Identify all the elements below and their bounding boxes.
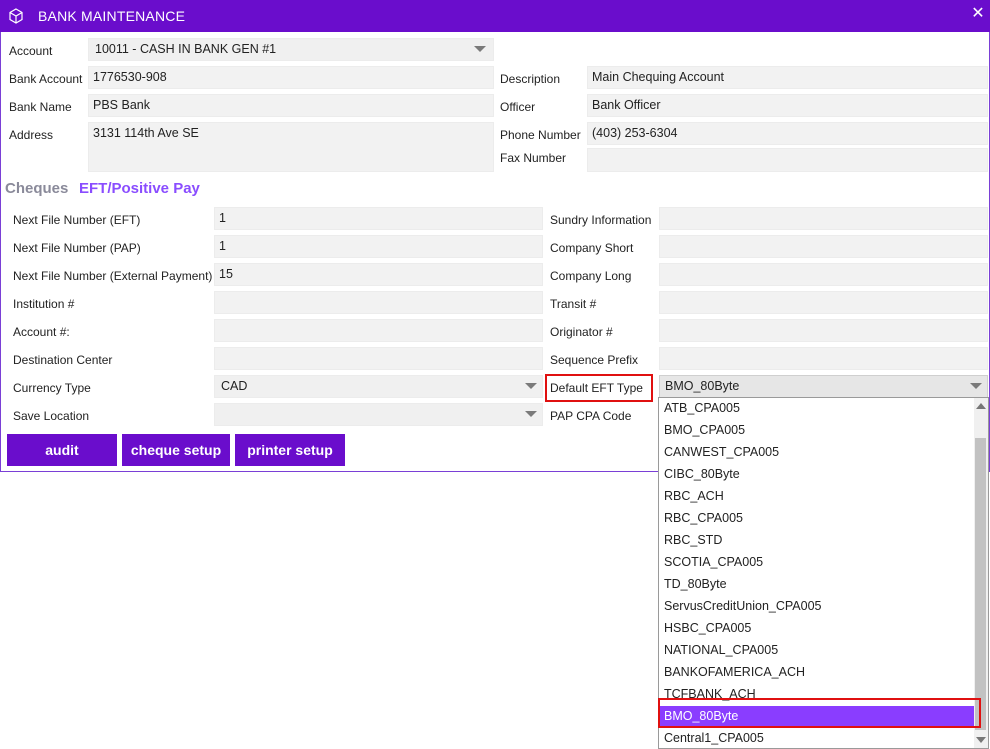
transit-label: Transit # bbox=[550, 297, 597, 311]
cube-icon bbox=[9, 8, 23, 24]
chevron-down-icon[interactable] bbox=[525, 411, 537, 417]
scroll-down-icon[interactable] bbox=[976, 737, 986, 743]
officer-field[interactable]: Bank Officer bbox=[587, 94, 988, 117]
save-location-label: Save Location bbox=[13, 409, 90, 423]
window-title: BANK MAINTENANCE bbox=[38, 8, 186, 24]
address-label: Address bbox=[9, 128, 54, 142]
next-file-eft-field[interactable]: 1 bbox=[214, 207, 543, 230]
bank-name-label: Bank Name bbox=[9, 100, 72, 114]
scrollbar-thumb[interactable] bbox=[975, 438, 986, 730]
dropdown-option[interactable]: ServusCreditUnion_CPA005 bbox=[660, 596, 974, 618]
title-bar: BANK MAINTENANCE ✕ bbox=[0, 0, 990, 32]
fax-label: Fax Number bbox=[500, 151, 567, 165]
currency-type-label: Currency Type bbox=[13, 381, 91, 395]
institution-field[interactable] bbox=[214, 291, 543, 314]
printer-setup-button[interactable]: printer setup bbox=[235, 434, 345, 466]
currency-type-combo[interactable]: CAD bbox=[214, 375, 543, 398]
next-file-eft-label: Next File Number (EFT) bbox=[13, 213, 141, 227]
sundry-information-field[interactable] bbox=[659, 207, 988, 230]
tab-eft-positive-pay[interactable]: EFT/Positive Pay bbox=[79, 180, 200, 197]
dropdown-option[interactable]: HSBC_CPA005 bbox=[660, 618, 974, 640]
highlight-box bbox=[545, 374, 653, 402]
window-border bbox=[0, 32, 1, 472]
bank-account-field[interactable]: 1776530-908 bbox=[88, 66, 494, 89]
company-long-label: Company Long bbox=[550, 269, 632, 283]
next-file-pap-field[interactable]: 1 bbox=[214, 235, 543, 258]
bank-account-label: Bank Account bbox=[9, 72, 83, 86]
originator-field[interactable] bbox=[659, 319, 988, 342]
default-eft-type-value: BMO_80Byte bbox=[665, 379, 740, 393]
chevron-down-icon[interactable] bbox=[525, 383, 537, 389]
company-short-label: Company Short bbox=[550, 241, 634, 255]
dropdown-option[interactable]: ATB_CPA005 bbox=[660, 398, 974, 420]
originator-label: Originator # bbox=[550, 325, 613, 339]
destination-center-field[interactable] bbox=[214, 347, 543, 370]
cheque-setup-button[interactable]: cheque setup bbox=[122, 434, 230, 466]
dropdown-option[interactable]: CIBC_80Byte bbox=[660, 464, 974, 486]
transit-field[interactable] bbox=[659, 291, 988, 314]
audit-button[interactable]: audit bbox=[7, 434, 117, 466]
tab-cheques[interactable]: Cheques bbox=[5, 180, 68, 197]
dropdown-option[interactable]: RBC_ACH bbox=[660, 486, 974, 508]
institution-label: Institution # bbox=[13, 297, 75, 311]
description-field[interactable]: Main Chequing Account bbox=[587, 66, 988, 89]
default-eft-type-combo[interactable]: BMO_80Byte bbox=[659, 375, 988, 398]
fax-field[interactable] bbox=[587, 148, 988, 172]
dropdown-option[interactable]: CANWEST_CPA005 bbox=[660, 442, 974, 464]
company-long-field[interactable] bbox=[659, 263, 988, 286]
pap-cpa-code-label: PAP CPA Code bbox=[550, 409, 632, 423]
eft-type-dropdown-list[interactable]: Central1_CPA005 BMO_80Byte TCFBANK_ACH BANK… bbox=[658, 397, 989, 749]
dropdown-option[interactable]: Central1_CPA005 bbox=[660, 728, 974, 748]
account-combo[interactable]: 10011 - CASH IN BANK GEN #1 bbox=[88, 38, 494, 61]
highlight-box bbox=[658, 698, 981, 728]
company-short-field[interactable] bbox=[659, 235, 988, 258]
dropdown-scrollbar[interactable] bbox=[974, 398, 988, 748]
account-value: 10011 - CASH IN BANK GEN #1 bbox=[95, 42, 277, 56]
account-label: Account bbox=[9, 44, 53, 58]
bank-name-field[interactable]: PBS Bank bbox=[88, 94, 494, 117]
dropdown-option[interactable]: TD_80Byte bbox=[660, 574, 974, 596]
dropdown-option[interactable]: RBC_STD bbox=[660, 530, 974, 552]
next-file-external-label: Next File Number (External Payment) bbox=[13, 269, 213, 283]
phone-label: Phone Number bbox=[500, 128, 581, 142]
close-icon[interactable]: ✕ bbox=[970, 6, 986, 22]
officer-label: Officer bbox=[500, 100, 536, 114]
account-number-field[interactable] bbox=[214, 319, 543, 342]
dropdown-option[interactable]: NATIONAL_CPA005 bbox=[660, 640, 974, 662]
dropdown-option[interactable]: BANKOFAMERICA_ACH bbox=[660, 662, 974, 684]
dropdown-option[interactable]: RBC_CPA005 bbox=[660, 508, 974, 530]
next-file-external-field[interactable]: 15 bbox=[214, 263, 543, 286]
sundry-information-label: Sundry Information bbox=[550, 213, 652, 227]
phone-field[interactable]: (403) 253-6304 bbox=[587, 122, 988, 145]
dropdown-option[interactable]: SCOTIA_CPA005 bbox=[660, 552, 974, 574]
address-field[interactable]: 3131 114th Ave SE bbox=[88, 122, 494, 172]
dropdown-option[interactable]: BMO_CPA005 bbox=[660, 420, 974, 442]
chevron-down-icon[interactable] bbox=[970, 383, 982, 389]
description-label: Description bbox=[500, 72, 561, 86]
scroll-up-icon[interactable] bbox=[976, 403, 986, 409]
save-location-combo[interactable] bbox=[214, 403, 543, 426]
currency-type-value: CAD bbox=[221, 379, 248, 393]
destination-center-label: Destination Center bbox=[13, 353, 113, 367]
sequence-prefix-label: Sequence Prefix bbox=[550, 353, 639, 367]
chevron-down-icon[interactable] bbox=[474, 46, 486, 52]
next-file-pap-label: Next File Number (PAP) bbox=[13, 241, 141, 255]
account-number-label: Account #: bbox=[13, 325, 70, 339]
sequence-prefix-field[interactable] bbox=[659, 347, 988, 370]
